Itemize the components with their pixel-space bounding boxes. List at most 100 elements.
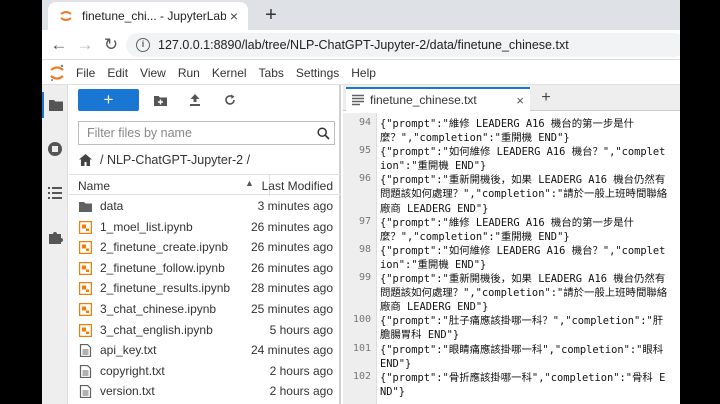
line-text: {"prompt":"重新開機後，如果 LEADERG A16 機台仍然有問題該… [380,273,668,314]
code-line[interactable]: 97 {"prompt":"維修 LEADERG A16 機台的第一步是什麼？",… [343,216,680,244]
file-modified: 2 hours ago [269,384,333,399]
file-row[interactable]: copyright.txt 2 hours ago [69,361,341,382]
file-name: api_key.txt [100,343,157,358]
extension-puzzle-icon[interactable] [42,224,68,250]
notebook-icon [79,302,92,316]
code-area[interactable]: 94 {"prompt":"維修 LEADERG A16 機台的第一步是什麼？",… [343,113,680,404]
breadcrumb: / NLP-ChatGPT-Jupyter-2 / [79,151,250,169]
line-text: {"prompt":"維修 LEADERG A16 機台的第一步是什麼？","c… [380,216,635,243]
file-modified: 26 minutes ago [250,260,333,275]
line-text: {"prompt":"眼睛痛應該掛哪一科","completion":"眼科 E… [380,343,670,370]
notebook-icon [79,220,92,234]
home-icon[interactable] [79,154,92,166]
menu-edit[interactable]: Edit [101,61,134,85]
forward-arrow-icon[interactable]: → [74,34,96,56]
line-number: 94 [358,117,371,128]
close-tab-icon[interactable]: × [226,8,242,24]
table-of-contents-icon[interactable] [42,180,68,206]
code-line[interactable]: 94 {"prompt":"維修 LEADERG A16 機台的第一步是什麼？",… [343,117,680,145]
menu-file[interactable]: File [70,61,101,85]
text-file-icon [79,385,92,399]
notebook-icon [79,261,92,275]
search-icon [312,126,334,140]
file-name: version.txt [100,384,155,399]
address-bar[interactable]: i 127.0.0.1:8890/lab/tree/NLP-ChatGPT-Ju… [126,33,680,57]
file-row[interactable]: data 3 minutes ago [69,196,341,217]
filter-placeholder: Filter files by name [87,126,192,140]
menu-kernel[interactable]: Kernel [206,61,253,85]
menu-view[interactable]: View [134,61,172,85]
file-modified: 5 hours ago [269,322,333,337]
line-number: 98 [358,243,371,255]
menu-help[interactable]: Help [345,61,382,85]
code-line[interactable]: 99 {"prompt":"重新開機後，如果 LEADERG A16 機台仍然有問… [343,272,680,314]
line-text: {"prompt":"骨折應該掛哪一科","completion":"骨科 EN… [380,371,666,398]
file-row[interactable]: 3_chat_english.ipynb 5 hours ago [69,320,341,341]
code-line[interactable]: 102 {"prompt":"骨折應該掛哪一科","completion":"骨科… [343,371,680,399]
running-kernels-icon[interactable] [42,136,68,162]
line-text: {"prompt":"維修 LEADERG A16 機台的第一步是什麼？","c… [380,118,635,145]
file-list: data 3 minutes ago 1_moel_list.ipynb 26 … [69,196,341,402]
browser-tab-strip: finetune_chi... - JupyterLab × + [42,0,680,30]
line-text: {"prompt":"如何維修 LEADERG A16 機台？","comple… [380,146,666,173]
file-row[interactable]: 2_finetune_follow.ipynb 26 minutes ago [69,258,341,279]
file-name: copyright.txt [100,363,165,378]
code-line[interactable]: 98 {"prompt":"如何維修 LEADERG A16 機台？","comp… [343,244,680,272]
line-number: 102 [352,370,371,382]
line-number: 99 [358,272,371,284]
upload-icon[interactable] [186,91,204,109]
menu-run[interactable]: Run [172,61,206,85]
code-lines: 94 {"prompt":"維修 LEADERG A16 機台的第一步是什麼？",… [343,117,680,399]
new-folder-icon[interactable] [151,91,169,109]
notebook-icon [79,282,92,296]
jupyter-favicon-icon [58,8,74,24]
file-modified: 26 minutes ago [250,240,333,255]
menu-settings[interactable]: Settings [290,61,345,85]
file-modified: 25 minutes ago [250,301,333,316]
site-info-icon[interactable]: i [136,38,150,52]
file-row[interactable]: 3_chat_chinese.ipynb 25 minutes ago [69,299,341,320]
column-name-header[interactable]: Name [78,179,110,193]
new-launcher-button[interactable]: + [78,89,139,111]
breadcrumb-path[interactable]: / NLP-ChatGPT-Jupyter-2 / [100,153,250,167]
file-row[interactable]: 2_finetune_results.ipynb 28 minutes ago [69,278,341,299]
file-browser-folder-icon[interactable] [42,92,68,118]
reload-icon[interactable]: ↻ [100,34,122,56]
file-modified: 24 minutes ago [250,343,333,358]
notebook-icon [79,323,92,337]
file-row[interactable]: version.txt 2 hours ago [69,381,341,402]
code-line[interactable]: 95 {"prompt":"如何維修 LEADERG A16 機台？","comp… [343,145,680,173]
file-row[interactable]: 1_moel_list.ipynb 26 minutes ago [69,217,341,238]
code-line[interactable]: 96 {"prompt":"重新開機後，如果 LEADERG A16 機台仍然有問… [343,173,680,215]
line-text: {"prompt":"肚子痛應該掛哪一科？","completion":"肝膽腸… [380,315,664,342]
new-tab-button[interactable]: + [258,2,284,28]
sort-caret-icon[interactable]: ▲ [245,178,254,188]
url-text: 127.0.0.1:8890/lab/tree/NLP-ChatGPT-Jupy… [158,38,569,52]
back-arrow-icon[interactable]: ← [48,34,70,56]
code-line[interactable]: 100 {"prompt":"肚子痛應該掛哪一科？","completion":"… [343,314,680,342]
code-line[interactable]: 101 {"prompt":"眼睛痛應該掛哪一科","completion":"眼… [343,343,680,371]
file-row[interactable]: api_key.txt 24 minutes ago [69,340,341,361]
close-editor-tab-icon[interactable]: × [516,93,524,108]
editor-tab-bar: finetune_chinese.txt × + [343,85,680,111]
line-text: {"prompt":"重新開機後，如果 LEADERG A16 機台仍然有問題該… [380,174,668,215]
editor-panel: finetune_chinese.txt × + 94 {"prompt":"維修… [343,85,680,404]
file-browser-toolbar: + [69,85,341,115]
line-number: 95 [358,145,371,157]
column-modified-header[interactable]: Last Modified [262,179,333,193]
file-modified: 26 minutes ago [250,219,333,234]
line-number: 101 [352,342,371,354]
add-tab-button[interactable]: + [535,87,557,109]
editor-tab[interactable]: finetune_chinese.txt × [346,87,530,111]
browser-tab[interactable]: finetune_chi... - JupyterLab × [48,2,248,30]
file-modified: 3 minutes ago [257,199,333,213]
file-row[interactable]: 2_finetune_create.ipynb 26 minutes ago [69,237,341,258]
activity-bar [42,85,68,404]
filter-files-input[interactable]: Filter files by name [78,121,335,145]
refresh-icon[interactable] [221,91,239,109]
text-file-icon [352,94,364,106]
screen: finetune_chi... - JupyterLab × + ← → ↻ i… [42,0,680,404]
file-name: 3_chat_chinese.ipynb [100,301,217,316]
file-name: 3_chat_english.ipynb [100,322,213,337]
menu-tabs[interactable]: Tabs [253,61,290,85]
